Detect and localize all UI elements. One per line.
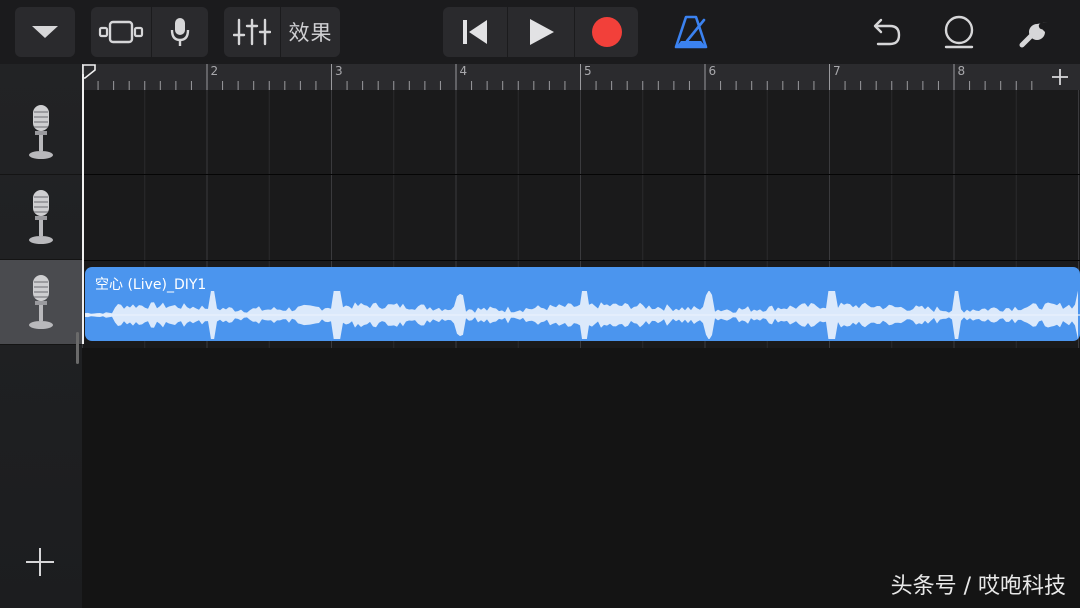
mixer-sliders-icon [233, 18, 271, 46]
add-track-button[interactable] [22, 544, 58, 580]
chevron-down-icon [15, 7, 75, 57]
loop-browser-button[interactable] [932, 7, 986, 57]
skip-back-icon [463, 20, 487, 44]
timeline-ruler[interactable]: 2 3 4 5 6 7 8 [82, 64, 1040, 90]
undo-button[interactable] [860, 7, 910, 57]
audio-region[interactable]: 空心 (Live)_DIY1 [85, 267, 1080, 341]
ruler-bar-number: 8 [958, 64, 966, 78]
effects-label: 效果 [288, 21, 333, 45]
ruler-ticks: 2 3 4 5 6 7 8 [82, 64, 1033, 90]
effects-button[interactable]: 效果 [281, 7, 340, 57]
timeline-area[interactable]: 空心 (Live)_DIY1 [82, 90, 1080, 608]
track-headers [0, 64, 82, 608]
play-icon [530, 19, 554, 45]
tracks-view-icon [98, 20, 144, 44]
ruler-bar-number: 6 [709, 64, 717, 78]
track-header-3[interactable] [0, 260, 82, 345]
metronome-icon [674, 15, 708, 49]
track-header-1[interactable] [0, 90, 82, 175]
undo-icon [873, 18, 901, 46]
metronome-button[interactable] [664, 7, 718, 57]
plus-icon [26, 548, 54, 576]
microphone-icon [29, 105, 53, 159]
microphone-icon [29, 275, 53, 329]
ruler-bar-number: 2 [211, 64, 219, 78]
mixer-group: 效果 [224, 7, 340, 57]
transport-controls [443, 7, 638, 57]
browser-dropdown-button[interactable] [15, 7, 75, 57]
watermark: 头条号 / 哎咆科技 [890, 574, 1066, 599]
microphone-icon [29, 190, 53, 244]
top-toolbar: 效果 [0, 0, 1080, 64]
mixer-button[interactable] [224, 7, 280, 57]
track-header-2[interactable] [0, 175, 82, 260]
ruler-bar-number: 5 [584, 64, 592, 78]
settings-button[interactable] [1010, 7, 1060, 57]
audio-waveform [85, 291, 1080, 339]
playhead-handle[interactable] [82, 64, 96, 86]
ruler-bar-number: 3 [335, 64, 343, 78]
plus-icon [1052, 69, 1068, 85]
ruler-bar-number: 7 [833, 64, 841, 78]
microphone-icon [170, 18, 190, 46]
play-button[interactable] [508, 7, 574, 57]
go-to-beginning-button[interactable] [443, 7, 507, 57]
loop-icon [944, 15, 974, 49]
record-icon [591, 17, 622, 47]
record-button[interactable] [575, 7, 638, 57]
view-controls-group [91, 7, 208, 57]
microphone-input-button[interactable] [152, 7, 208, 57]
track-scroll-indicator [76, 332, 79, 364]
ruler-bar-number: 4 [460, 64, 468, 78]
playhead[interactable] [82, 74, 84, 344]
tracks-view-button[interactable] [91, 7, 151, 57]
wrench-icon [1019, 22, 1048, 48]
add-section-button[interactable] [1040, 64, 1080, 90]
